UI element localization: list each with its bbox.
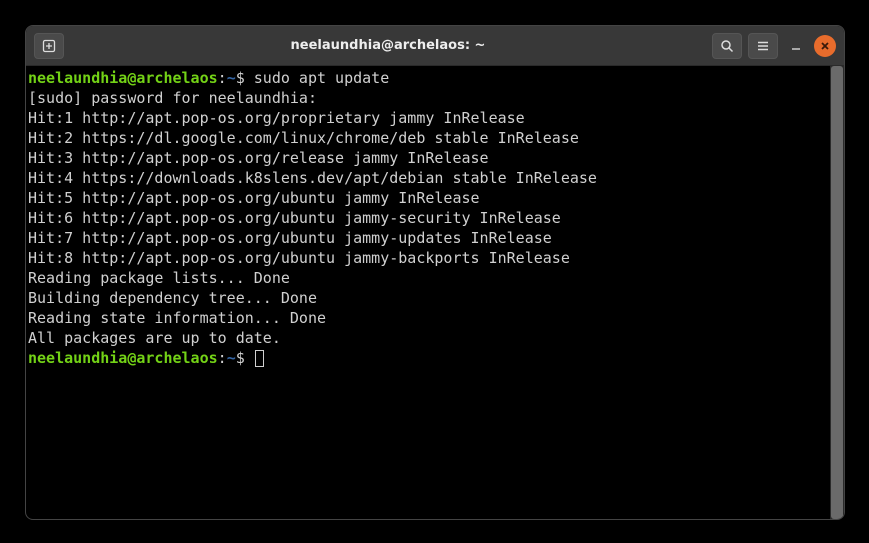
minimize-icon [790, 40, 802, 52]
new-tab-button[interactable] [34, 33, 64, 59]
close-icon [820, 41, 830, 51]
prompt-path: ~ [227, 69, 236, 87]
prompt-user-host: neelaundhia@archelaos [28, 69, 218, 87]
output-line: Hit:8 http://apt.pop-os.org/ubuntu jammy… [28, 248, 828, 268]
output-line: Hit:7 http://apt.pop-os.org/ubuntu jammy… [28, 228, 828, 248]
output-line: Reading state information... Done [28, 308, 828, 328]
search-button[interactable] [712, 33, 742, 59]
prompt-user-host: neelaundhia@archelaos [28, 349, 218, 367]
terminal-body[interactable]: neelaundhia@archelaos:~$ sudo apt update… [26, 66, 844, 519]
output-line: Hit:6 http://apt.pop-os.org/ubuntu jammy… [28, 208, 828, 228]
scrollbar-thumb[interactable] [831, 66, 843, 519]
output-line: Hit:1 http://apt.pop-os.org/proprietary … [28, 108, 828, 128]
prompt-line-1: neelaundhia@archelaos:~$ sudo apt update [28, 68, 828, 88]
command-text: sudo apt update [254, 69, 389, 87]
terminal-window: neelaundhia@archelaos: ~ [25, 25, 845, 520]
menu-button[interactable] [748, 33, 778, 59]
output-line: [sudo] password for neelaundhia: [28, 88, 828, 108]
prompt-sigil: $ [236, 69, 254, 87]
prompt-colon: : [218, 69, 227, 87]
minimize-button[interactable] [784, 34, 808, 58]
output-line: Hit:2 https://dl.google.com/linux/chrome… [28, 128, 828, 148]
cursor [255, 350, 264, 367]
titlebar-right-group [712, 33, 836, 59]
output-line: Hit:3 http://apt.pop-os.org/release jamm… [28, 148, 828, 168]
titlebar: neelaundhia@archelaos: ~ [26, 26, 844, 66]
prompt-line-2: neelaundhia@archelaos:~$ [28, 348, 828, 368]
terminal-content[interactable]: neelaundhia@archelaos:~$ sudo apt update… [26, 66, 830, 519]
close-button[interactable] [814, 35, 836, 57]
prompt-path: ~ [227, 349, 236, 367]
hamburger-icon [756, 39, 770, 53]
window-title: neelaundhia@archelaos: ~ [72, 38, 704, 53]
search-icon [720, 39, 734, 53]
output-line: Building dependency tree... Done [28, 288, 828, 308]
scrollbar-track[interactable] [830, 66, 844, 519]
titlebar-left-group [34, 33, 64, 59]
output-line: Hit:5 http://apt.pop-os.org/ubuntu jammy… [28, 188, 828, 208]
output-line: Hit:4 https://downloads.k8slens.dev/apt/… [28, 168, 828, 188]
output-line: All packages are up to date. [28, 328, 828, 348]
output-line: Reading package lists... Done [28, 268, 828, 288]
prompt-sigil: $ [236, 349, 254, 367]
prompt-colon: : [218, 349, 227, 367]
new-tab-icon [42, 39, 56, 53]
